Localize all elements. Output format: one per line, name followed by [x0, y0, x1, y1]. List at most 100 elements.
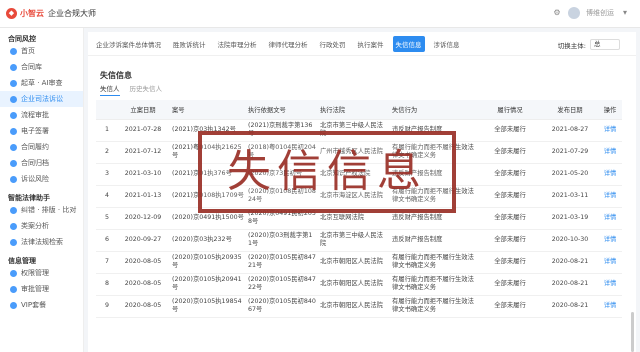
subtab-history[interactable]: 历史失信人 [130, 83, 163, 96]
col-header-filing-date: 立案日期 [118, 100, 168, 120]
col-header-case-no: 案号 [168, 100, 244, 120]
sidebar-item-approval-flow[interactable]: 流程审批 [0, 107, 83, 123]
archive-icon [10, 159, 17, 167]
cell-action[interactable]: 详情 [598, 119, 622, 142]
scrollbar[interactable] [631, 312, 634, 352]
sidebar-item-litigation-risk[interactable]: 诉讼风险 [0, 171, 83, 187]
tab-dishonesty[interactable]: 失信信息 [392, 35, 425, 52]
cell-court: 北京市第三中级人民法院 [316, 229, 388, 252]
cell-action[interactable]: 详情 [598, 251, 622, 274]
cell-filing-date: 2020-08-05 [118, 251, 168, 274]
sidebar-item-e-sign[interactable]: 电子签署 [0, 123, 83, 139]
table-row: 7 2020-08-05 (2020)京0105执20935号 (2020)京0105… [96, 251, 622, 274]
cell-filing-date: 2020-09-27 [118, 229, 168, 252]
settings-icon[interactable]: ⚙ [552, 8, 562, 18]
cell-status: 全部未履行 [478, 185, 542, 208]
cell-case-no: (2020)京03执232号 [168, 229, 244, 252]
col-header-basis-no: 执行依据文号 [244, 100, 316, 120]
sidebar-item-label: 合同履约 [21, 143, 49, 151]
sidebar-item-proofread[interactable]: 纠错 · 排版 · 比对 [0, 202, 83, 218]
cell-filing-date: 2021-07-12 [118, 141, 168, 164]
cell-index: 7 [96, 251, 118, 274]
case-icon [10, 222, 17, 230]
cell-action[interactable]: 详情 [598, 207, 622, 230]
tab-admin-penalty[interactable]: 行政处罚 [317, 36, 349, 52]
cell-index: 5 [96, 207, 118, 230]
subject-select[interactable]: 总 [590, 39, 620, 50]
search-icon [10, 238, 17, 246]
sidebar-item-law-search[interactable]: 法律法规检索 [0, 234, 83, 250]
sidebar-item-ai-review[interactable]: 起草 · AI审查 [0, 75, 83, 91]
sidebar-item-label: 流程审批 [21, 111, 49, 119]
cell-status: 全部未履行 [478, 163, 542, 186]
sidebar-item-contract-library[interactable]: 合同库 [0, 59, 83, 75]
cell-basis-no: (2020)京0105民初847 21号 [244, 251, 316, 274]
tab-court-analysis[interactable]: 法院审理分析 [215, 36, 260, 52]
cell-action[interactable]: 详情 [598, 295, 622, 318]
cell-action[interactable]: 详情 [598, 163, 622, 186]
subject-label: 切换主体: [557, 41, 586, 50]
table-row: 9 2020-08-05 (2020)京0105执19854号 (2020)京0105… [96, 295, 622, 318]
table-row: 8 2020-08-05 (2020)京0105执20941号 (2020)京0105… [96, 273, 622, 296]
sidebar-item-label: 审批管理 [21, 285, 49, 293]
tab-lawyer-analysis[interactable]: 律师代理分析 [266, 36, 311, 52]
subject-switcher: 切换主体: 总 [558, 39, 620, 50]
sidebar-item-vip[interactable]: VIP套餐 [0, 297, 83, 313]
sidebar-item-home[interactable]: 首页 [0, 43, 83, 59]
sidebar-item-label: 企业司法诉讼 [21, 95, 63, 103]
tab-litigation-info[interactable]: 涉诉信息 [431, 36, 463, 52]
cell-publish-date: 2021-05-20 [542, 163, 598, 186]
cell-court: 北京市朝阳区人民法院 [316, 251, 388, 274]
col-header-publish-date: 发布日期 [542, 100, 598, 120]
sidebar: 合同风控 首页 合同库 起草 · AI审查 企业司法诉讼 流程审批 电子签署 合… [0, 28, 84, 352]
tab-enforcement[interactable]: 执行案件 [355, 36, 387, 52]
cell-action[interactable]: 详情 [598, 229, 622, 252]
username[interactable]: 博维创运 [586, 8, 614, 18]
sidebar-item-permissions[interactable]: 权限管理 [0, 265, 83, 281]
tab-overview[interactable]: 企业涉诉案件总体情况 [93, 36, 164, 52]
sidebar-item-case-analysis[interactable]: 类案分析 [0, 218, 83, 234]
chevron-down-icon[interactable]: ▾ [620, 8, 630, 18]
section-title: 失信信息 [100, 71, 132, 80]
logo-icon: ◆ [6, 8, 17, 19]
sidebar-item-label: 首页 [21, 47, 35, 55]
cell-publish-date: 2020-10-30 [542, 229, 598, 252]
cell-basis-no: (2020)京0105民初847 22号 [244, 273, 316, 296]
subtab-bar: 失信人 历史失信人 [100, 83, 162, 96]
sidebar-item-litigation[interactable]: 企业司法诉讼 [0, 91, 83, 107]
col-header-court: 执行法院 [316, 100, 388, 120]
table-header-row: 立案日期 案号 执行依据文号 执行法院 失信行为 履行情况 发布日期 操作 [96, 100, 622, 120]
cell-action[interactable]: 详情 [598, 185, 622, 208]
cell-status: 全部未履行 [478, 295, 542, 318]
sidebar-item-label: 起草 · AI审查 [21, 79, 63, 87]
sidebar-item-approval-mgmt[interactable]: 审批管理 [0, 281, 83, 297]
tab-win-loss[interactable]: 胜败诉统计 [170, 36, 209, 52]
cell-status: 全部未履行 [478, 229, 542, 252]
avatar[interactable] [568, 7, 580, 19]
proofread-icon [10, 206, 17, 214]
cell-filing-date: 2020-08-05 [118, 295, 168, 318]
sidebar-item-label: 电子签署 [21, 127, 49, 135]
col-header-status: 履行情况 [478, 100, 542, 120]
sidebar-item-label: 诉讼风险 [21, 175, 49, 183]
cell-case-no: (2020)京0105执20935号 [168, 251, 244, 274]
cell-publish-date: 2020-08-21 [542, 251, 598, 274]
subtab-dishonest-person[interactable]: 失信人 [100, 83, 120, 96]
sidebar-item-label: 合同归档 [21, 159, 49, 167]
sidebar-item-performance[interactable]: 合同履约 [0, 139, 83, 155]
sign-icon [10, 127, 17, 135]
permission-icon [10, 269, 17, 277]
litigation-icon [10, 95, 17, 103]
cell-index: 8 [96, 273, 118, 296]
cell-action[interactable]: 详情 [598, 141, 622, 164]
cell-index: 2 [96, 141, 118, 164]
draft-icon [10, 79, 17, 87]
cell-action[interactable]: 详情 [598, 273, 622, 296]
cell-basis-no: (2020)京03刑裁字第1 1号 [244, 229, 316, 252]
cell-index: 9 [96, 295, 118, 318]
brand-logo-text: 小智云 [20, 9, 44, 18]
risk-icon [10, 175, 17, 183]
sidebar-item-archive[interactable]: 合同归档 [0, 155, 83, 171]
cell-status: 全部未履行 [478, 141, 542, 164]
cell-status: 全部未履行 [478, 119, 542, 142]
